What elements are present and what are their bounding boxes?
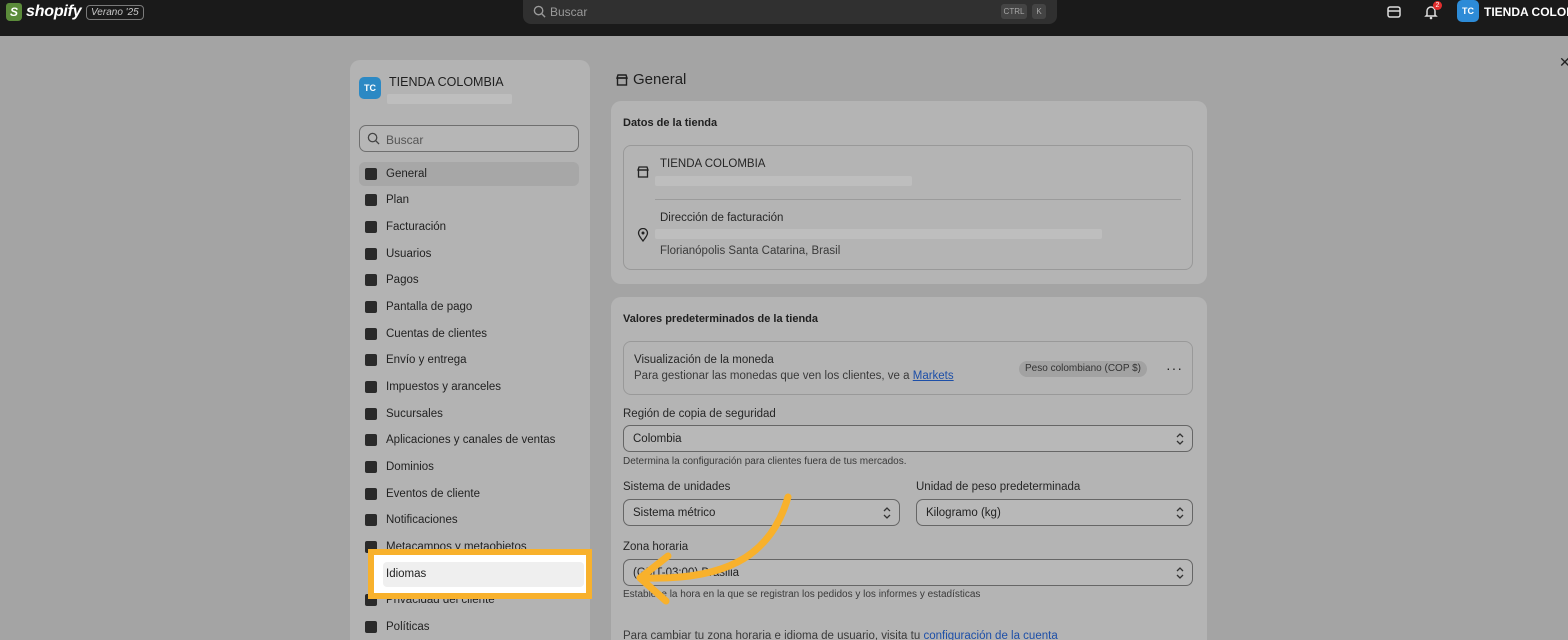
bell-icon (365, 514, 377, 526)
store-data-title: Datos de la tienda (623, 117, 718, 129)
currency-help-text: Para gestionar las monedas que ven los c… (634, 370, 954, 382)
page-title: General (615, 71, 686, 88)
shortcut-k-key: K (1032, 4, 1046, 19)
cart-icon (365, 301, 377, 313)
search-icon (533, 5, 546, 18)
backup-region-select[interactable]: Colombia (623, 425, 1193, 452)
timezone-select[interactable]: (GMT-03:00) Brasilia (623, 559, 1193, 586)
shopify-logo[interactable]: S shopify (6, 3, 82, 21)
sidebar-item-idiomas-label: Idiomas (386, 568, 427, 580)
sidebar-item-pantalla-de-pago[interactable]: Pantalla de pago (359, 295, 579, 319)
close-icon[interactable]: ✕ (1559, 54, 1568, 71)
sidebar-item-sucursales[interactable]: Sucursales (359, 402, 579, 426)
redacted-store-email (655, 176, 912, 186)
weight-unit-value: Kilogramo (kg) (926, 507, 1001, 519)
apps-icon (365, 434, 377, 446)
sidebar-item-dominios[interactable]: Dominios (359, 455, 579, 479)
payments-icon (365, 274, 377, 286)
location-pin-icon (637, 228, 649, 242)
timezone-label: Zona horaria (623, 541, 689, 553)
edition-badge[interactable]: Verano '25 (86, 5, 144, 20)
backup-region-value: Colombia (633, 433, 682, 445)
redacted-store-url (387, 94, 512, 104)
sidebar-item-aplicaciones[interactable]: Aplicaciones y canales de ventas (359, 428, 579, 452)
currency-help: Para gestionar las monedas que ven los c… (634, 370, 910, 382)
timezone-value: (GMT-03:00) Brasilia (633, 567, 740, 579)
truck-icon (365, 354, 377, 366)
markets-link[interactable]: Markets (913, 370, 954, 382)
backup-region-help: Determina la configuración para clientes… (623, 456, 907, 467)
currency-badge: Peso colombiano (COP $) (1019, 361, 1147, 377)
timezone-help: Establece la hora en la que se registran… (623, 589, 981, 600)
search-placeholder: Buscar (550, 5, 588, 19)
more-options-icon[interactable]: ··· (1166, 360, 1183, 376)
unit-system-select[interactable]: Sistema métrico (623, 499, 900, 526)
logo-text: shopify (26, 3, 82, 20)
sidebar-item-cuentas-de-clientes[interactable]: Cuentas de clientes (359, 322, 579, 346)
person-icon (365, 328, 377, 340)
sidebar-item-usuarios[interactable]: Usuarios (359, 242, 579, 266)
redacted-address (655, 229, 1102, 239)
select-chevron-icon (1176, 507, 1184, 519)
unit-system-value: Sistema métrico (633, 507, 716, 519)
settings-search-input[interactable]: Buscar (359, 125, 579, 152)
receipt-icon (365, 221, 377, 233)
store-icon (637, 166, 649, 178)
select-chevron-icon (883, 507, 891, 519)
sidebar-item-facturacion[interactable]: Facturación (359, 215, 579, 239)
highlight-frame: Idiomas (368, 549, 592, 599)
location-icon (365, 408, 377, 420)
cursor-icon (365, 488, 377, 500)
weight-unit-select[interactable]: Kilogramo (kg) (916, 499, 1193, 526)
page-title-text: General (633, 71, 687, 88)
currency-display-label: Visualización de la moneda (634, 354, 774, 366)
sidebar-item-impuestos[interactable]: Impuestos y aranceles (359, 375, 579, 399)
notification-badge: 2 (1433, 1, 1442, 10)
store-icon[interactable] (1385, 3, 1403, 21)
sidebar-item-general[interactable]: General (359, 162, 579, 186)
search-icon (367, 132, 380, 145)
footer-text: Para cambiar tu zona horaria e idioma de… (623, 630, 921, 640)
users-icon (365, 248, 377, 260)
sidebar-item-pagos[interactable]: Pagos (359, 268, 579, 292)
divider (655, 199, 1181, 200)
document-icon (365, 621, 377, 633)
store-icon (365, 168, 377, 180)
account-settings-link[interactable]: configuración de la cuenta (923, 630, 1057, 640)
backup-region-label: Región de copia de seguridad (623, 408, 776, 420)
billing-address-label: Dirección de facturación (660, 212, 784, 224)
sidebar-item-politicas[interactable]: Políticas (359, 615, 579, 639)
weight-unit-label: Unidad de peso predeterminada (916, 481, 1081, 493)
sidebar-item-eventos[interactable]: Eventos de cliente (359, 482, 579, 506)
store-name: TIENDA COLOMBIA (660, 158, 766, 170)
globe-icon (365, 461, 377, 473)
tax-icon (365, 381, 377, 393)
sidebar-item-envio[interactable]: Envío y entrega (359, 348, 579, 372)
store-icon (616, 73, 628, 86)
select-chevron-icon (1176, 567, 1184, 579)
shortcut-ctrl-key: CTRL (1001, 4, 1027, 19)
shopify-bag-icon: S (6, 3, 22, 21)
sidebar-item-notificaciones[interactable]: Notificaciones (359, 508, 579, 532)
store-defaults-title: Valores predeterminados de la tienda (623, 313, 819, 325)
search-placeholder: Buscar (386, 133, 424, 147)
store-name-top[interactable]: TIENDA COLOMBIA (1484, 5, 1568, 19)
store-avatar: TC (359, 77, 381, 99)
top-bar: S shopify Verano '25 Buscar CTRL K 2 TC … (0, 0, 1568, 36)
user-avatar[interactable]: TC (1457, 0, 1479, 22)
chart-icon (365, 194, 377, 206)
account-settings-note: Para cambiar tu zona horaria e idioma de… (623, 630, 1058, 640)
billing-city: Florianópolis Santa Catarina, Brasil (660, 245, 841, 257)
select-chevron-icon (1176, 433, 1184, 445)
sidebar-item-plan[interactable]: Plan (359, 188, 579, 212)
global-search-input[interactable]: Buscar CTRL K (523, 0, 1057, 24)
sidebar-store-name: TIENDA COLOMBIA (389, 75, 504, 89)
unit-system-label: Sistema de unidades (623, 481, 731, 493)
